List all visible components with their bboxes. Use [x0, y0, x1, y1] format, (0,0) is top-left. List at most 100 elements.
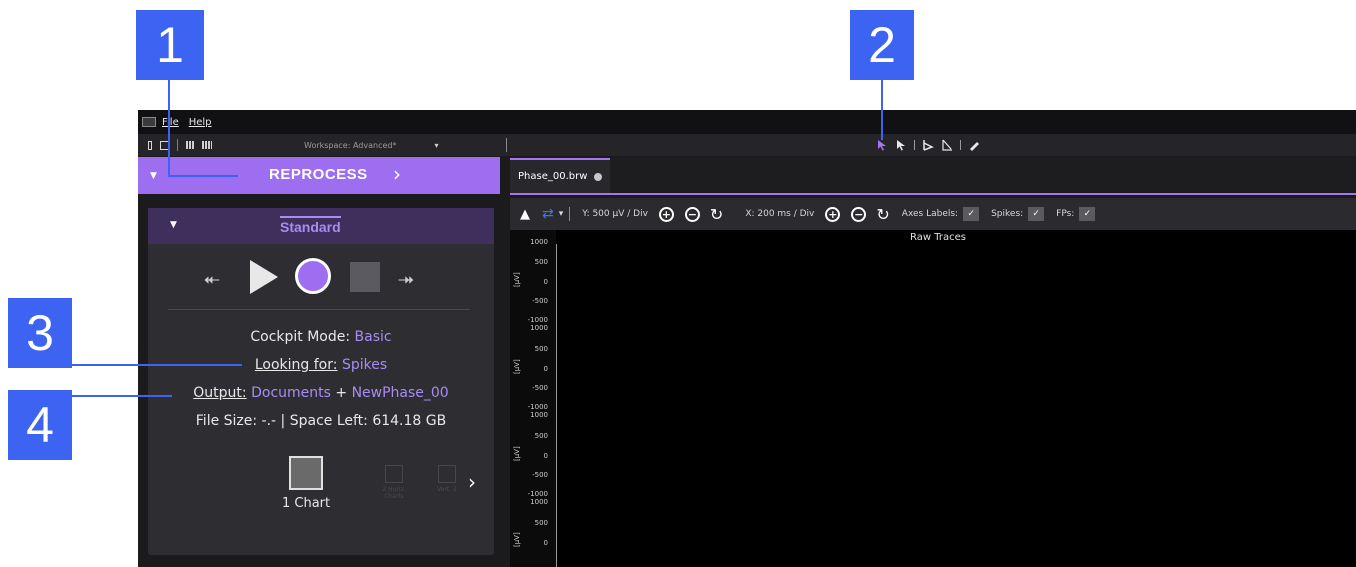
callout-line-3: [72, 364, 242, 366]
horizontal-charts-icon: [385, 465, 403, 483]
single-chart-icon: [289, 456, 324, 490]
output-plus: +: [335, 385, 348, 401]
y-unit-label: [µV]: [513, 446, 521, 461]
callout-line-1: [168, 80, 170, 176]
transport-controls: ⯬ ⯮: [204, 258, 444, 296]
menu-bar: File Help: [138, 110, 1356, 134]
x-zoom-out-icon[interactable]: −: [851, 206, 867, 222]
callout-badge-4: 4: [8, 390, 72, 460]
cursor-tools: [876, 136, 980, 154]
stop-button[interactable]: [350, 262, 380, 292]
tab-phase-00[interactable]: Phase_00.brw: [510, 158, 610, 193]
y-zoom-in-icon[interactable]: +: [658, 206, 674, 222]
ruler-icon[interactable]: [968, 139, 980, 151]
recording-panel: ▼ Standard ⯬ ⯮ Cockpit Mode: Basic Looki…: [148, 208, 494, 555]
record-button[interactable]: [295, 258, 331, 294]
chevron-right-icon[interactable]: ›: [393, 162, 401, 186]
chart-option-label: 1 Chart: [282, 496, 331, 511]
y-tick-label: -500: [532, 297, 548, 305]
collapse-caret-icon[interactable]: ▼: [170, 220, 177, 230]
callout-line-1: [168, 175, 238, 177]
looking-for-value[interactable]: Spikes: [342, 357, 387, 373]
axes-labels-checkbox[interactable]: ✓: [963, 207, 980, 221]
spikes-label: Spikes:: [991, 209, 1024, 219]
output-filename[interactable]: NewPhase_00: [352, 385, 449, 401]
grid-layout-icon[interactable]: [202, 141, 212, 149]
close-icon[interactable]: [594, 172, 603, 181]
cockpit-mode-label: Cockpit Mode:: [250, 329, 351, 345]
chart-option-horizontal[interactable]: 2 Horiz. Charts: [374, 465, 414, 500]
panel-header[interactable]: ▼ Standard: [148, 208, 494, 244]
chart-option-label: Vert. 2: [437, 486, 457, 493]
y-tick-label: 1000: [530, 238, 548, 246]
y-tick-label: 1000: [530, 498, 548, 506]
reprocess-label[interactable]: REPROCESS: [269, 166, 368, 183]
tab-underline: [510, 193, 1356, 195]
toolbar-divider: [569, 207, 571, 221]
main-toolbar: Workspace: Advanced* ▾: [138, 134, 1356, 156]
angle-tool-icon[interactable]: [941, 139, 953, 151]
y-scale-label: Y: 500 µV / Div: [582, 209, 648, 219]
workspace-dropdown-caret-icon[interactable]: ▾: [434, 141, 438, 150]
rewind-icon[interactable]: ⯬: [204, 266, 220, 290]
y-zoom-out-icon[interactable]: −: [684, 206, 700, 222]
swap-arrows-icon[interactable]: ⇄: [542, 206, 554, 222]
fps-label: FPs:: [1056, 209, 1075, 219]
tab-bar: Phase_00.brw: [510, 158, 1356, 193]
toolbar-divider: [506, 138, 507, 152]
menu-file[interactable]: File: [162, 117, 179, 128]
columns-layout-icon[interactable]: [186, 141, 194, 149]
y-reset-icon[interactable]: ↻: [710, 205, 723, 224]
raw-traces-plot[interactable]: Raw Traces 1000 500 0 -500 [µV] -1000 10…: [510, 230, 1356, 567]
x-zoom-in-icon[interactable]: +: [825, 206, 841, 222]
toolbar-divider: [960, 140, 961, 150]
screenshot-root: 1 2 3 4 File Help Workspace: Advanced* ▾: [0, 0, 1356, 567]
file-size-line: File Size: -.- | Space Left: 614.18 GB: [195, 413, 447, 429]
dropdown-caret-icon[interactable]: ▾: [559, 209, 564, 219]
y-tick-label: 1000: [530, 411, 548, 419]
callout-line-4: [72, 395, 172, 397]
y-tick-label: 500: [534, 519, 548, 527]
cockpit-mode-line: Cockpit Mode: Basic: [148, 329, 494, 345]
output-line: Output: Documents + NewPhase_00: [148, 385, 494, 401]
workspace-label[interactable]: Workspace: Advanced*: [304, 141, 396, 150]
plot-toolbar: ▲ ⇄ ▾ Y: 500 µV / Div + − ↻ X: 200 ms / …: [510, 198, 1356, 230]
pointer-icon[interactable]: [895, 139, 907, 151]
app-logo-icon: [142, 117, 156, 127]
output-label[interactable]: Output:: [193, 385, 246, 401]
fps-checkbox[interactable]: ✓: [1079, 207, 1096, 221]
callout-badge-3: 3: [8, 298, 72, 368]
menu-help[interactable]: Help: [189, 117, 212, 128]
cockpit-mode-value[interactable]: Basic: [355, 329, 392, 345]
chart-option-single[interactable]: 1 Chart: [282, 456, 330, 511]
measure-tool-icon[interactable]: [922, 139, 934, 151]
axes-labels-label: Axes Labels:: [901, 209, 959, 219]
app-window: File Help Workspace: Advanced* ▾ ▼ REPRO…: [138, 110, 1356, 567]
y-unit-label: [µV]: [513, 359, 521, 374]
output-folder[interactable]: Documents: [251, 385, 331, 401]
single-panel-layout-icon[interactable]: [148, 140, 152, 150]
chart-option-label: 2 Horiz. Charts: [382, 486, 406, 500]
chevron-right-icon[interactable]: ›: [468, 470, 476, 494]
x-scale-label: X: 200 ms / Div: [745, 209, 815, 219]
spikes-checkbox[interactable]: ✓: [1028, 207, 1045, 221]
collapse-up-icon[interactable]: ▲: [520, 207, 530, 222]
fast-forward-icon[interactable]: ⯮: [398, 266, 414, 290]
y-tick-label: 1000: [530, 324, 548, 332]
y-tick-label: -1000: [527, 403, 548, 411]
divider: [168, 309, 470, 310]
collapse-caret-icon[interactable]: ▼: [150, 171, 157, 181]
x-reset-icon[interactable]: ↻: [876, 205, 889, 224]
chart-option-vertical[interactable]: Vert. 2: [432, 465, 462, 493]
y-tick-label: -500: [532, 471, 548, 479]
callout-badge-1: 1: [136, 10, 204, 80]
panel-title: Standard: [280, 216, 341, 235]
play-button[interactable]: [250, 260, 278, 294]
y-tick-label: -1000: [527, 490, 548, 498]
vertical-charts-icon: [438, 465, 456, 483]
layout-toolbar: Workspace: Advanced* ▾: [138, 134, 506, 156]
callout-badge-2: 2: [850, 10, 914, 80]
toolbar-divider: [177, 139, 178, 151]
looking-for-label[interactable]: Looking for:: [255, 357, 338, 373]
pointer-select-icon[interactable]: [876, 139, 888, 151]
